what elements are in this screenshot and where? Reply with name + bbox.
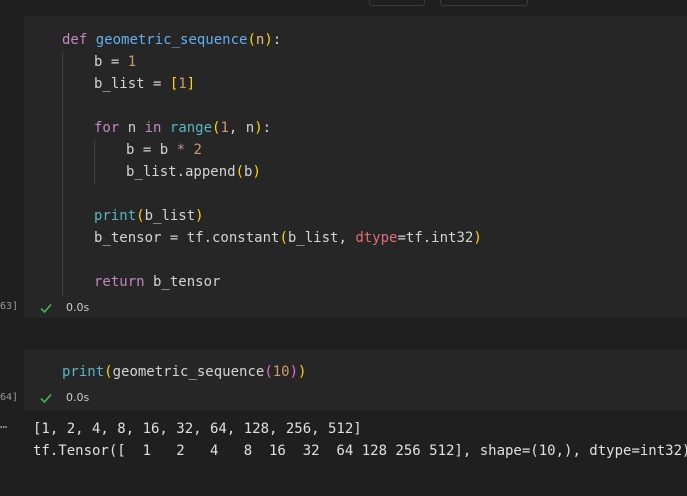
- execution-duration-1: 0.0s: [66, 301, 90, 314]
- toolbar-button[interactable]: [369, 0, 425, 6]
- code-line-3: b_list = [1]: [94, 76, 196, 92]
- code-line-5: for n in range(1, n):: [94, 120, 272, 136]
- toolbar: [0, 0, 687, 16]
- code-line-9: print(b_list): [94, 208, 204, 224]
- success-check-icon: [40, 303, 52, 314]
- success-check-icon: [40, 393, 52, 404]
- execution-count-1: 63]: [0, 301, 19, 312]
- output-menu-icon[interactable]: …: [0, 417, 7, 431]
- execution-duration-2: 0.0s: [66, 391, 90, 404]
- code-line-1: def geometric_sequence(n):: [62, 32, 282, 48]
- code-line-6: b = b * 2: [126, 142, 202, 158]
- indent-guide: [94, 140, 95, 184]
- toolbar-button[interactable]: [440, 0, 528, 6]
- output-line-2: tf.Tensor([ 1 2 4 8 16 32 64 128 256 512…: [33, 443, 687, 459]
- code-line-cell2: print(geometric_sequence(10)): [62, 364, 307, 380]
- code-line-7: b_list.append(b): [126, 164, 261, 180]
- code-line-12: return b_tensor: [94, 274, 221, 290]
- output-line-1: [1, 2, 4, 8, 16, 32, 64, 128, 256, 512]: [33, 421, 362, 437]
- code-line-2: b = 1: [94, 54, 137, 70]
- indent-guide: [62, 52, 63, 296]
- execution-count-2: 64]: [0, 392, 19, 403]
- code-line-10: b_tensor = tf.constant(b_list, dtype=tf.…: [94, 230, 482, 246]
